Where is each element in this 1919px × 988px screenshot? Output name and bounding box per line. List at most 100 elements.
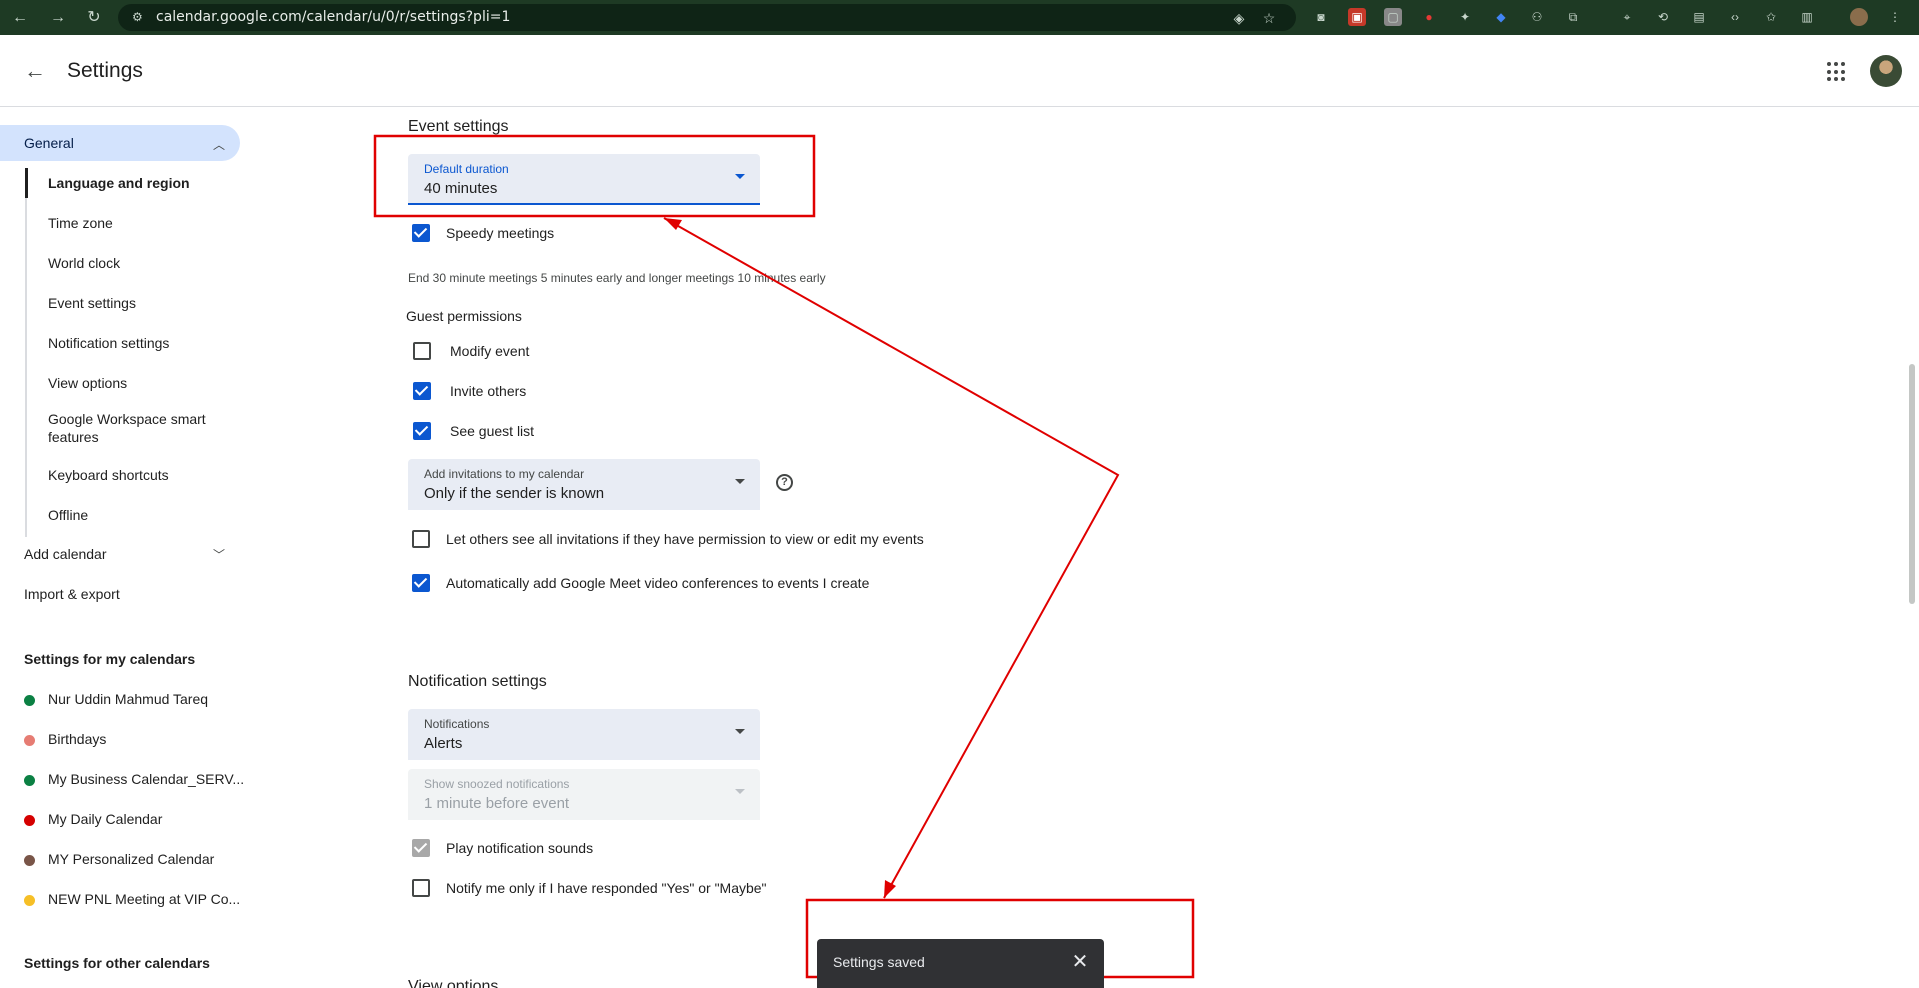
see-guest-list-checkbox[interactable] [413,422,431,440]
sidebar-calendar-item[interactable]: My Business Calendar_SERV... [48,771,244,787]
submenu-active-indicator [25,168,28,198]
lens-icon[interactable]: ◈ [1230,9,1248,27]
checkbox-label: See guest list [450,423,535,439]
my-calendars-heading: Settings for my calendars [24,651,196,667]
url-text[interactable]: calendar.google.com/calendar/u/0/r/setti… [156,9,510,25]
extensions-puzzle-icon[interactable]: ⧉ [1564,8,1582,26]
sidebar-calendar-item[interactable]: Nur Uddin Mahmud Tareq [48,691,208,707]
checkbox-label: Speedy meetings [446,225,555,241]
more-menu-icon[interactable]: ⋮ [1886,8,1904,26]
speedy-meetings-checkbox[interactable] [412,224,430,242]
forward-icon[interactable]: → [48,8,68,28]
select-value: 1 minute before event [424,795,570,812]
location-pin-icon[interactable]: ⌖ [1618,8,1636,26]
scrollbar-thumb[interactable] [1909,364,1915,604]
settings-sidebar: General ︿ Language and region Time zone … [0,108,250,988]
dropdown-arrow-icon [735,729,745,734]
camera-extension-icon[interactable]: ◙ [1312,8,1330,26]
play-sounds-checkbox [412,839,430,857]
sidebar-item-language-region[interactable]: Language and region [48,174,218,192]
notify-responded-checkbox[interactable] [412,879,430,897]
sidebar-item-keyboard-shortcuts[interactable]: Keyboard shortcuts [48,466,218,484]
tab-layout-icon[interactable]: ▤ [1690,8,1708,26]
sidebar-item-add-calendar[interactable]: Add calendar [24,546,107,562]
select-label: Default duration [424,162,509,176]
calendar-color-dot [24,815,35,826]
bookmark-star-icon[interactable]: ☆ [1260,9,1278,27]
sidebar-item-smart-features[interactable]: Google Workspace smart features [48,410,218,446]
speedy-helper-text: End 30 minute meetings 5 minutes early a… [408,271,826,285]
snoozed-notifications-select: Show snoozed notifications 1 minute befo… [408,769,760,820]
notifications-select[interactable]: Notifications Alerts [408,709,760,760]
auto-meet-checkbox[interactable] [412,574,430,592]
checkbox-label: Let others see all invitations if they h… [446,531,924,547]
extension-people-icon[interactable]: ⚇ [1528,8,1546,26]
sidebar-item-import-export[interactable]: Import & export [24,586,120,602]
favorites-icon[interactable]: ✩ [1762,8,1780,26]
extension-b-icon[interactable]: ◆ [1492,8,1510,26]
sidebar-item-label: General [24,135,74,151]
calendar-color-dot [24,735,35,746]
sidebar-item-notification-settings[interactable]: Notification settings [48,334,218,352]
app-header: ← Settings [0,35,1919,107]
sidebar-item-time-zone[interactable]: Time zone [48,214,218,232]
dropdown-arrow-icon [735,479,745,484]
checkbox-label: Modify event [450,343,530,359]
google-apps-icon[interactable] [1827,62,1847,82]
dropdown-arrow-icon [735,789,745,794]
notification-settings-title: Notification settings [408,673,547,690]
event-settings-title: Event settings [408,118,509,135]
reload-icon[interactable]: ↻ [84,8,104,28]
chevron-up-icon[interactable]: ︿ [213,136,225,153]
sidebar-calendar-item[interactable]: My Daily Calendar [48,811,162,827]
snackbar: Settings saved ✕ [817,939,1104,988]
checkbox-label: Play notification sounds [446,840,594,856]
calendar-color-dot [24,775,35,786]
annotation-overlay [373,134,1195,979]
profile-avatar-icon[interactable] [1850,8,1868,26]
sidebar-calendar-item[interactable]: NEW PNL Meeting at VIP Co... [48,891,240,907]
address-bar[interactable]: ⚙ calendar.google.com/calendar/u/0/r/set… [118,4,1296,31]
page-title: Settings [67,59,143,82]
back-arrow-icon[interactable]: ← [24,59,48,83]
code-icon[interactable]: ‹› [1726,8,1744,26]
checkbox-label: Notify me only if I have responded "Yes"… [446,880,767,896]
invite-others-checkbox[interactable] [413,382,431,400]
extension-red-icon[interactable]: ▣ [1348,8,1366,26]
sidebar-item-event-settings[interactable]: Event settings [48,294,218,312]
select-label: Show snoozed notifications [424,777,570,791]
sidebar-item-world-clock[interactable]: World clock [48,254,218,272]
help-icon[interactable]: ? [776,474,793,491]
view-options-title: View options [408,978,499,988]
sidebar-calendar-item[interactable]: Birthdays [48,731,106,747]
chevron-down-icon[interactable]: ﹀ [213,546,225,563]
select-value: Only if the sender is known [424,485,605,502]
extension-feather-icon[interactable]: ✦ [1456,8,1474,26]
arrowhead-top [664,218,682,230]
sidebar-calendar-item[interactable]: MY Personalized Calendar [48,851,214,867]
checkbox-label: Invite others [450,383,527,399]
trash-icon[interactable]: ▥ [1798,8,1816,26]
browser-toolbar: ← → ↻ ⚙ calendar.google.com/calendar/u/0… [0,0,1919,35]
avatar[interactable] [1870,55,1902,87]
sidebar-item-view-options[interactable]: View options [48,374,218,392]
sidebar-item-general[interactable]: General ︿ [0,125,240,161]
history-icon[interactable]: ⟲ [1654,8,1672,26]
modify-event-checkbox[interactable] [413,342,431,360]
let-others-see-checkbox[interactable] [412,530,430,548]
extension-s-icon[interactable]: ● [1420,8,1438,26]
dropdown-arrow-icon [735,174,745,179]
select-label: Add invitations to my calendar [424,467,585,481]
extension-gray-icon[interactable]: ▢ [1384,8,1402,26]
add-invitations-select[interactable]: Add invitations to my calendar Only if t… [408,459,760,510]
default-duration-select[interactable]: Default duration 40 minutes [408,154,760,205]
calendar-color-dot [24,695,35,706]
arrowhead-bottom [884,880,896,898]
site-info-icon[interactable]: ⚙ [132,10,146,24]
calendar-color-dot [24,855,35,866]
select-value: Alerts [424,735,463,752]
calendar-color-dot [24,895,35,906]
sidebar-item-offline[interactable]: Offline [48,506,218,524]
close-icon[interactable]: ✕ [1069,951,1091,973]
back-icon[interactable]: ← [10,8,30,28]
